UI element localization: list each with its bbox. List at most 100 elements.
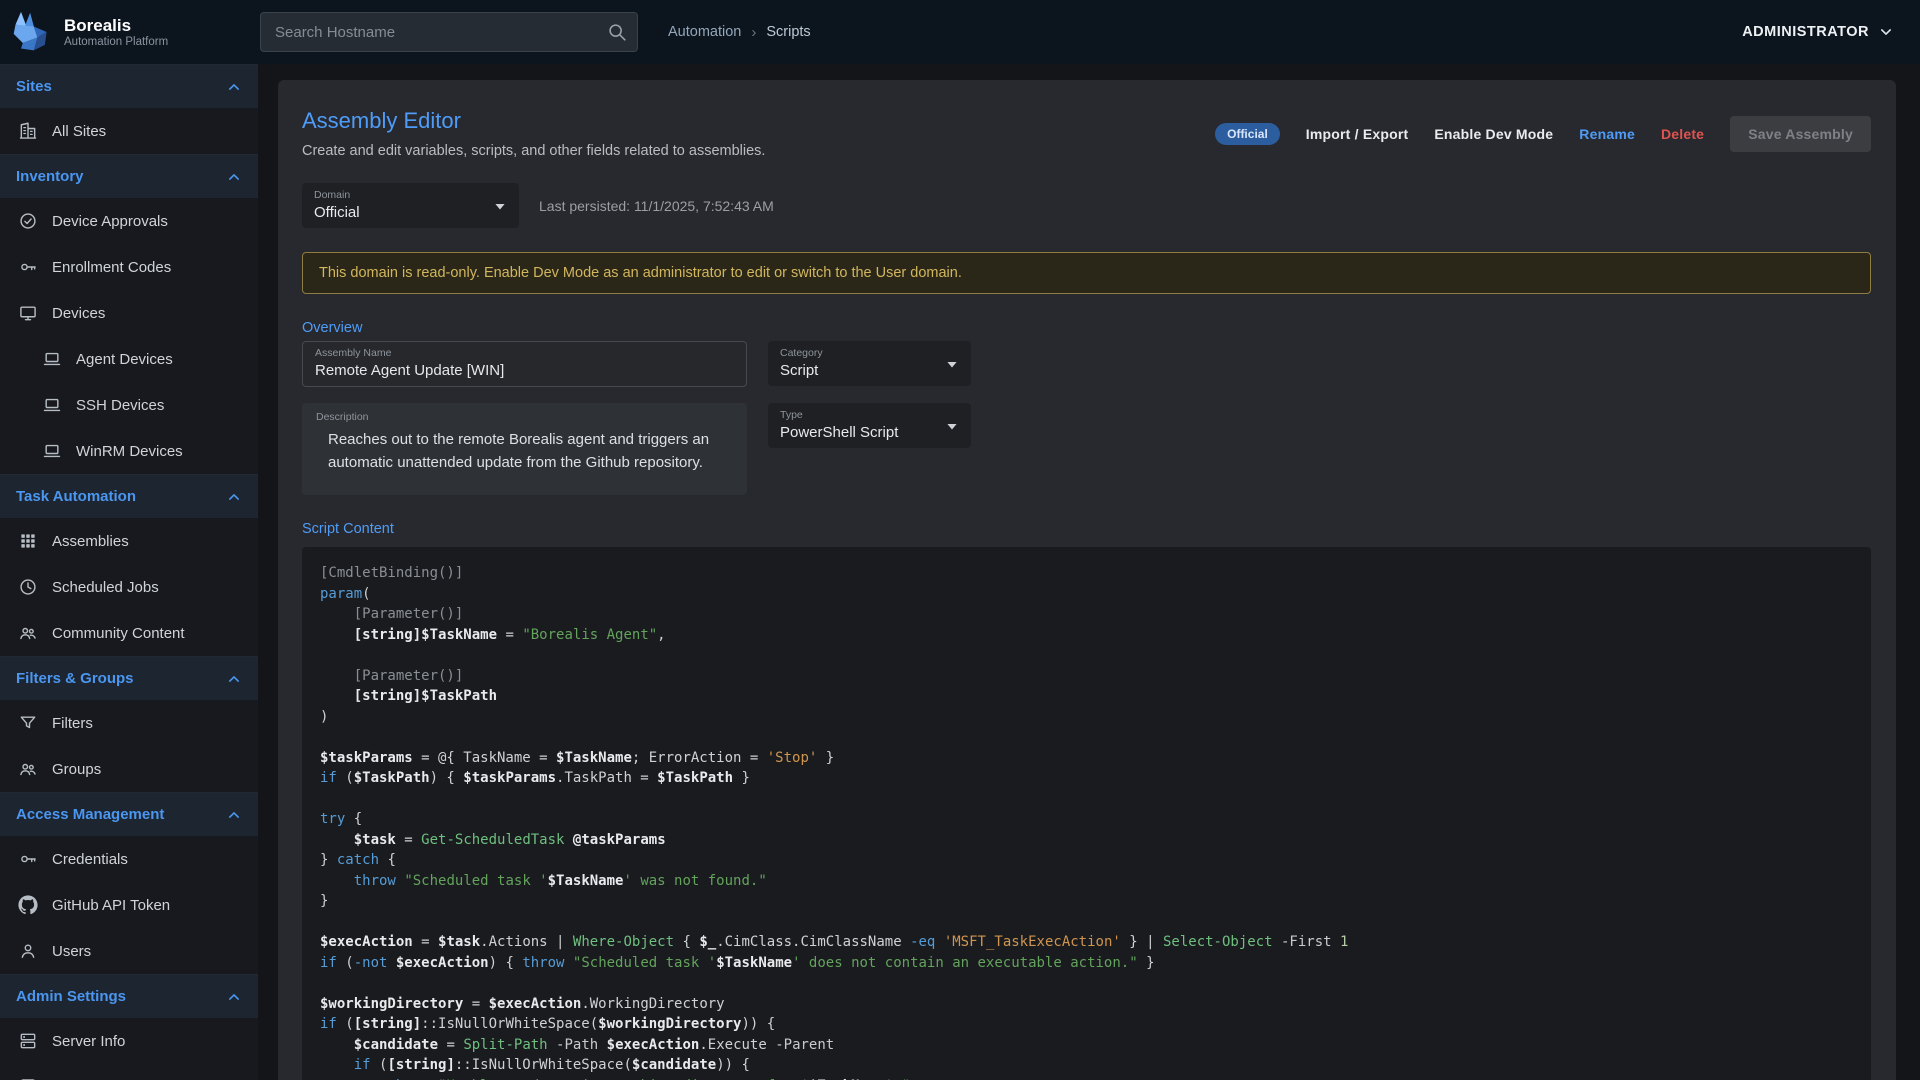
sidebar: Sites All Sites Inventory Device Approvals E… — [0, 64, 258, 1080]
sidebar-item-credentials[interactable]: Credentials — [0, 836, 258, 882]
devices-icon — [18, 303, 38, 323]
sidebar-section-admin-settings[interactable]: Admin Settings — [0, 974, 258, 1018]
user-menu[interactable]: ADMINISTRATOR — [1742, 22, 1896, 42]
breadcrumb-scripts: Scripts — [766, 24, 810, 40]
import-export-button[interactable]: Import / Export — [1306, 126, 1409, 142]
code-line: [CmdletBinding()] — [320, 563, 1853, 584]
sidebar-item-label: Users — [52, 943, 91, 960]
sidebar-item-label: Server Info — [52, 1033, 125, 1050]
brand[interactable]: Borealis Automation Platform — [0, 10, 258, 54]
code-line — [320, 973, 1853, 994]
sidebar-item-label: Assemblies — [52, 533, 129, 550]
sidebar-section-inventory[interactable]: Inventory — [0, 154, 258, 198]
sidebar-item-all-sites[interactable]: All Sites — [0, 108, 258, 154]
panel-header: Assembly Editor Create and edit variable… — [302, 108, 1871, 159]
sidebar-item-label: Agent Devices — [76, 351, 173, 368]
chevron-up-icon — [224, 487, 244, 507]
sidebar-section-sites[interactable]: Sites — [0, 64, 258, 108]
chevron-up-icon — [224, 805, 244, 825]
sidebar-section-access-management[interactable]: Access Management — [0, 792, 258, 836]
sidebar-section-label: Access Management — [16, 806, 164, 823]
code-line: [string]$TaskPath — [320, 686, 1853, 707]
sidebar-item-community-content[interactable]: Community Content — [0, 610, 258, 656]
header-actions: Official Import / Export Enable Dev Mode… — [1215, 116, 1871, 152]
caret-down-icon — [489, 195, 511, 217]
page-title: Assembly Editor — [302, 108, 765, 134]
sidebar-item-agent-devices[interactable]: Agent Devices — [0, 336, 258, 382]
user-menu-label: ADMINISTRATOR — [1742, 24, 1869, 40]
domain-select[interactable]: Domain Official — [302, 183, 519, 228]
sidebar-item-ssh-devices[interactable]: SSH Devices — [0, 382, 258, 428]
save-assembly-button[interactable]: Save Assembly — [1730, 116, 1871, 152]
caret-down-icon — [941, 415, 963, 437]
overview-section-label: Overview — [302, 320, 1871, 336]
laptop-icon — [42, 395, 62, 415]
sidebar-item-scheduled-jobs[interactable]: Scheduled Jobs — [0, 564, 258, 610]
sidebar-item-label: GitHub API Token — [52, 897, 170, 914]
code-line: throw "Unable to determine working direc… — [320, 1076, 1853, 1080]
sidebar-item-winrm-devices[interactable]: WinRM Devices — [0, 428, 258, 474]
assembly-name-field[interactable]: Assembly Name — [302, 341, 747, 387]
sidebar-section-label: Admin Settings — [16, 988, 126, 1005]
sidebar-item-users[interactable]: Users — [0, 928, 258, 974]
sidebar-item-label: Scheduled Jobs — [52, 579, 159, 596]
type-select[interactable]: Type PowerShell Script — [768, 403, 971, 448]
sidebar-item-devices[interactable]: Devices — [0, 290, 258, 336]
sidebar-item-label: Devices — [52, 305, 105, 322]
breadcrumb-automation[interactable]: Automation — [668, 24, 741, 40]
sidebar-section-task-automation[interactable]: Task Automation — [0, 474, 258, 518]
code-line: if ([string]::IsNullOrWhiteSpace($workin… — [320, 1014, 1853, 1035]
enable-dev-mode-button[interactable]: Enable Dev Mode — [1434, 126, 1553, 142]
code-line: ) — [320, 707, 1853, 728]
server-icon — [18, 1031, 38, 1051]
sidebar-item-label: Filters — [52, 715, 93, 732]
sidebar-section-label: Sites — [16, 78, 52, 95]
sidebar-item-groups[interactable]: Groups — [0, 746, 258, 792]
delete-button[interactable]: Delete — [1661, 126, 1704, 142]
code-line: param( — [320, 584, 1853, 605]
grid-icon — [18, 531, 38, 551]
page-subtitle: Create and edit variables, scripts, and … — [302, 143, 765, 159]
code-line: if ($TaskPath) { $taskParams.TaskPath = … — [320, 768, 1853, 789]
sidebar-item-device-approvals[interactable]: Device Approvals — [0, 198, 258, 244]
domain-badge: Official — [1215, 123, 1280, 145]
key-icon — [18, 849, 38, 869]
code-line — [320, 912, 1853, 933]
script-editor[interactable]: [CmdletBinding()]param( [Parameter()] [s… — [302, 547, 1871, 1080]
code-line: $taskParams = @{ TaskName = $TaskName; E… — [320, 748, 1853, 769]
sidebar-item-enrollment-codes[interactable]: Enrollment Codes — [0, 244, 258, 290]
topbar: Borealis Automation Platform Automation … — [0, 0, 1920, 64]
overview-form: Assembly Name Category Script Descriptio… — [302, 341, 1871, 495]
description-label: Description — [316, 411, 733, 423]
sidebar-item-label: Groups — [52, 761, 101, 778]
breadcrumb: Automation › Scripts — [668, 24, 811, 41]
category-select-value: Script — [780, 362, 933, 379]
sidebar-item-label: Device Approvals — [52, 213, 168, 230]
chevron-up-icon — [224, 669, 244, 689]
last-persisted-text: Last persisted: 11/1/2025, 7:52:43 AM — [539, 198, 774, 214]
code-line: try { — [320, 809, 1853, 830]
assembly-editor-panel: Assembly Editor Create and edit variable… — [278, 80, 1896, 1080]
rename-button[interactable]: Rename — [1579, 126, 1635, 142]
assembly-name-input[interactable] — [315, 362, 734, 379]
chevron-up-icon — [224, 167, 244, 187]
category-select[interactable]: Category Script — [768, 341, 971, 386]
people-icon — [18, 623, 38, 643]
sidebar-item-assemblies[interactable]: Assemblies — [0, 518, 258, 564]
search-input[interactable] — [260, 12, 638, 52]
breadcrumb-separator-icon: › — [751, 24, 756, 41]
github-icon — [18, 895, 38, 915]
sidebar-item-log-management[interactable]: Log Management — [0, 1064, 258, 1080]
sidebar-item-server-info[interactable]: Server Info — [0, 1018, 258, 1064]
code-line: $task = Get-ScheduledTask @taskParams — [320, 830, 1853, 851]
sidebar-item-filters[interactable]: Filters — [0, 700, 258, 746]
sidebar-section-filters-groups[interactable]: Filters & Groups — [0, 656, 258, 700]
sidebar-section-label: Inventory — [16, 168, 84, 185]
sidebar-item-label: Enrollment Codes — [52, 259, 171, 276]
chevron-down-icon — [1876, 22, 1896, 42]
code-line: [Parameter()] — [320, 604, 1853, 625]
laptop-icon — [42, 441, 62, 461]
sidebar-item-github-api-token[interactable]: GitHub API Token — [0, 882, 258, 928]
code-line: $workingDirectory = $execAction.WorkingD… — [320, 994, 1853, 1015]
description-field[interactable]: Description Reaches out to the remote Bo… — [302, 403, 747, 495]
